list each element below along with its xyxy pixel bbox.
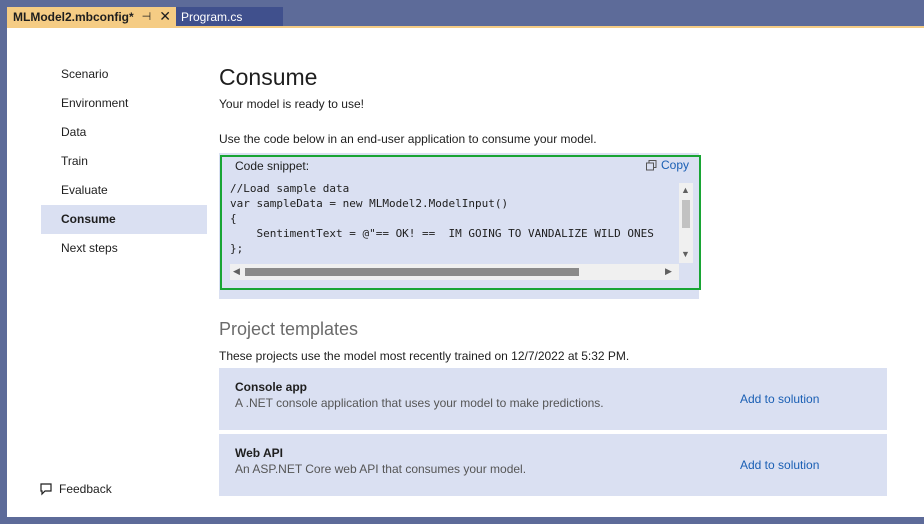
add-to-solution-link[interactable]: Add to solution (740, 458, 819, 472)
window-frame-bottom (0, 517, 924, 524)
feedback-button[interactable]: Feedback (39, 482, 112, 496)
sidebar-item-data[interactable]: Data (41, 118, 207, 147)
tab-program-cs[interactable]: Program.cs (176, 7, 283, 26)
template-description: A .NET console application that uses you… (235, 396, 604, 410)
code-line: { (230, 212, 237, 225)
page-subtitle: Your model is ready to use! (219, 97, 364, 111)
tab-well-accent-line (7, 26, 924, 28)
copy-icon (646, 159, 657, 170)
vertical-scrollbar[interactable]: ▲ ▼ (679, 183, 693, 263)
tab-title: Program.cs (181, 9, 243, 24)
code-line: //Load sample data (230, 182, 350, 195)
code-line: SentimentText = @"== OK! == IM GOING TO … (230, 227, 654, 240)
pin-icon[interactable]: ⊣ (142, 10, 152, 23)
add-to-solution-link[interactable]: Add to solution (740, 392, 819, 406)
copy-label: Copy (661, 158, 690, 172)
scroll-up-arrow-icon[interactable]: ▲ (681, 185, 690, 195)
close-icon[interactable]: ✕ (159, 8, 171, 25)
sidebar-item-scenario[interactable]: Scenario (41, 60, 207, 89)
scroll-left-arrow-icon[interactable]: ◀ (233, 266, 240, 277)
page-title: Consume (219, 64, 318, 90)
window-frame-left (0, 0, 7, 524)
template-description: An ASP.NET Core web API that consumes yo… (235, 462, 527, 476)
horizontal-scrollbar[interactable]: ◀ ▶ (230, 264, 679, 280)
tab-title: MLModel2.mbconfig* (13, 9, 134, 24)
scroll-down-arrow-icon[interactable]: ▼ (681, 249, 690, 259)
sidebar-item-consume[interactable]: Consume (41, 205, 207, 234)
project-templates-heading: Project templates (219, 319, 359, 339)
copy-button[interactable]: Copy (646, 158, 689, 172)
template-name: Console app (235, 380, 308, 394)
code-line: }; (230, 242, 244, 255)
scroll-right-arrow-icon[interactable]: ▶ (665, 266, 672, 277)
instruction-text: Use the code below in an end-user applic… (219, 132, 597, 146)
code-line: var sampleData = new MLModel2.ModelInput… (230, 197, 509, 210)
tab-mlmodel2-mbconfig[interactable]: MLModel2.mbconfig* ⊣ ✕ (7, 7, 176, 26)
project-templates-description: These projects use the model most recent… (219, 349, 630, 363)
code-snippet-label: Code snippet: (235, 159, 310, 173)
vertical-scroll-thumb[interactable] (682, 200, 690, 228)
sidebar-item-evaluate[interactable]: Evaluate (41, 176, 207, 205)
template-card-web-api: Web API An ASP.NET Core web API that con… (219, 434, 887, 496)
feedback-icon (40, 483, 52, 496)
sidebar-item-train[interactable]: Train (41, 147, 207, 176)
feedback-label: Feedback (59, 482, 112, 496)
template-name: Web API (235, 446, 284, 460)
template-card-console-app: Console app A .NET console application t… (219, 368, 887, 430)
sidebar-item-next-steps[interactable]: Next steps (41, 234, 207, 263)
horizontal-scroll-thumb[interactable] (245, 268, 579, 276)
sidebar-item-environment[interactable]: Environment (41, 89, 207, 118)
code-snippet-text[interactable]: //Load sample data var sampleData = new … (230, 181, 678, 263)
